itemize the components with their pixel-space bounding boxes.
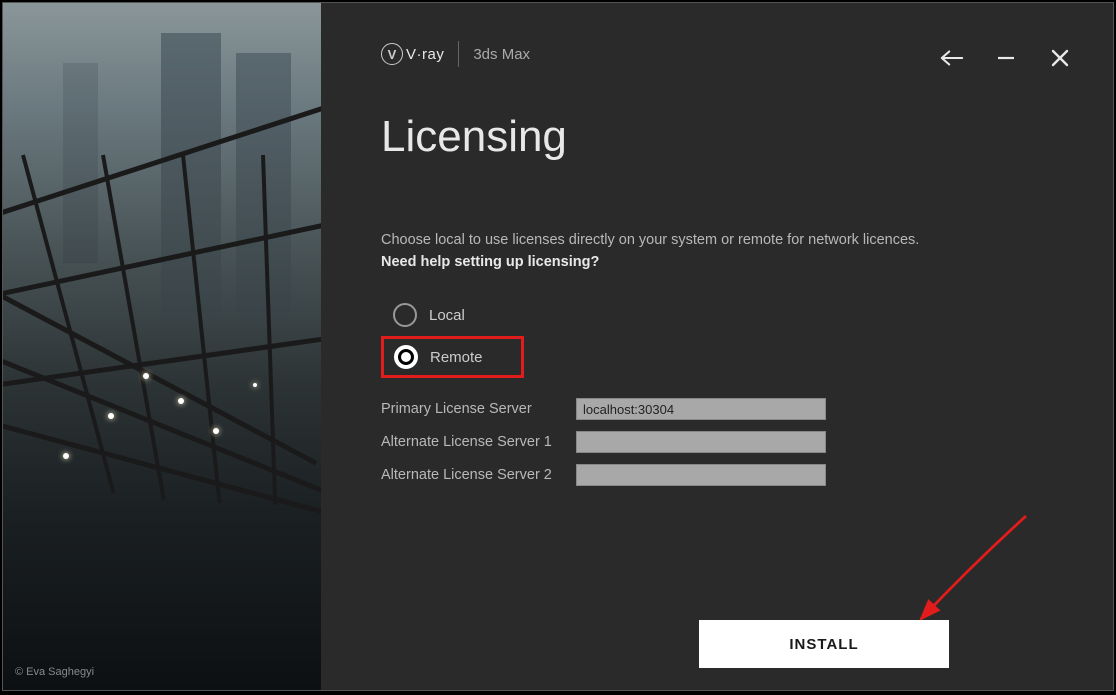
- minimize-button[interactable]: [993, 45, 1019, 71]
- alt2-server-label: Alternate License Server 2: [381, 467, 576, 483]
- window-controls: [939, 45, 1073, 71]
- primary-server-row: Primary License Server: [381, 398, 1113, 420]
- description-text: Choose local to use licenses directly on…: [381, 232, 1113, 248]
- alt1-server-row: Alternate License Server 1: [381, 431, 1113, 453]
- radio-icon-selected: [394, 345, 418, 369]
- close-button[interactable]: [1047, 45, 1073, 71]
- primary-server-label: Primary License Server: [381, 401, 576, 417]
- alt2-server-row: Alternate License Server 2: [381, 464, 1113, 486]
- alt1-server-input[interactable]: [576, 431, 826, 453]
- brand-text: V·ray: [406, 46, 444, 63]
- primary-server-input[interactable]: [576, 398, 826, 420]
- radio-local[interactable]: Local: [381, 294, 1113, 336]
- radio-local-label: Local: [429, 307, 465, 324]
- main-content: V V·ray 3ds Max Licensing Choose local t…: [321, 3, 1113, 690]
- image-credit: © Eva Saghegyi: [15, 666, 94, 678]
- back-button[interactable]: [939, 45, 965, 71]
- product-name: 3ds Max: [473, 46, 530, 63]
- brand-logo: V V·ray 3ds Max: [381, 41, 530, 67]
- install-button[interactable]: INSTALL: [699, 620, 949, 668]
- radio-remote[interactable]: Remote: [394, 345, 511, 369]
- radio-remote-label: Remote: [430, 349, 483, 366]
- alt1-server-label: Alternate License Server 1: [381, 434, 576, 450]
- server-config: Primary License Server Alternate License…: [381, 398, 1113, 486]
- annotation-highlight: Remote: [381, 336, 524, 378]
- hero-image-panel: © Eva Saghegyi: [3, 3, 321, 690]
- divider: [458, 41, 459, 67]
- alt2-server-input[interactable]: [576, 464, 826, 486]
- help-link[interactable]: Need help setting up licensing?: [381, 254, 1113, 270]
- licensing-options: Local Remote: [381, 294, 1113, 378]
- vray-logo-icon: V: [381, 43, 403, 65]
- installer-window: © Eva Saghegyi V V·ray 3ds Max: [2, 2, 1114, 691]
- page-title: Licensing: [381, 112, 1113, 162]
- radio-icon: [393, 303, 417, 327]
